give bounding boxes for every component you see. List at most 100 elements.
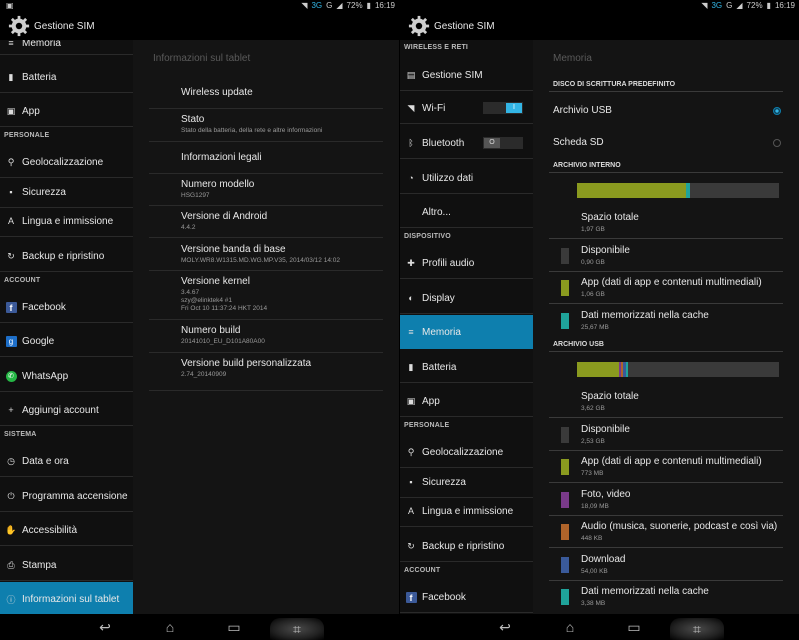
storage-option-archivio-usb[interactable]: Archivio USB bbox=[553, 105, 612, 116]
sidebar-item-lingua-e-immissione[interactable]: A Lingua e immissione bbox=[0, 206, 133, 236]
divider bbox=[400, 193, 533, 194]
settings-gear-icon[interactable] bbox=[408, 15, 430, 37]
battery-icon: ▮ bbox=[766, 1, 771, 10]
storage-row-disponibile[interactable]: Disponibile bbox=[581, 424, 630, 435]
sidebar-item-gestione-sim[interactable]: ▤ Gestione SIM bbox=[400, 60, 533, 90]
info-row-versione-banda-di-base[interactable]: Versione banda di base bbox=[181, 244, 286, 255]
sidebar-item-utilizzo-dati[interactable]: ◔ Utilizzo dati bbox=[400, 163, 533, 193]
home-button[interactable]: ⌂ bbox=[150, 618, 190, 636]
info-row-value: HSG1297 bbox=[181, 192, 210, 199]
sidebar-item-label: Programma accensione bbox=[22, 490, 128, 502]
back-button[interactable]: ↩ bbox=[485, 618, 525, 636]
app-title: Gestione SIM bbox=[434, 20, 495, 32]
storage-value: 3,38 MB bbox=[581, 600, 606, 607]
section-header: ARCHIVIO USB bbox=[553, 341, 604, 348]
sidebar-item-accessibilit[interactable]: ✋ Accessibilità bbox=[0, 515, 133, 545]
sidebar-item-data-e-ora[interactable]: ◷ Data e ora bbox=[0, 446, 133, 476]
recent-apps-button[interactable]: ▭ bbox=[214, 618, 254, 636]
info-row-informazioni-legali[interactable]: Informazioni legali bbox=[181, 152, 262, 163]
home-button[interactable]: ⌂ bbox=[550, 618, 590, 636]
sidebar-item-backup-e-ripristino[interactable]: ↻ Backup e ripristino bbox=[0, 241, 133, 271]
network-type: 3G bbox=[311, 1, 323, 10]
sidebar-item-google[interactable]: g Google bbox=[0, 326, 133, 356]
storage-usage-bar bbox=[577, 183, 779, 198]
section-header: ACCOUNT bbox=[404, 567, 441, 574]
bluetooth-toggle[interactable]: O bbox=[483, 137, 523, 149]
sidebar-item-profili-audio[interactable]: ✚ Profili audio bbox=[400, 248, 533, 278]
settings-gear-icon[interactable] bbox=[8, 15, 30, 37]
hand-icon: ✋ bbox=[5, 524, 17, 535]
storage-row-app[interactable]: App (dati di app e contenuti multimedial… bbox=[581, 277, 762, 288]
sidebar-item-sicurezza[interactable]: ▪ Sicurezza bbox=[400, 467, 533, 497]
sidebar-item-programma-accensione[interactable]: ⏻ Programma accensione bbox=[0, 481, 133, 511]
wi-fi-toggle[interactable]: I bbox=[483, 102, 523, 114]
display-icon: ◐ bbox=[408, 293, 414, 303]
sidebar-item-stampa[interactable]: ⎙ Stampa bbox=[0, 550, 133, 580]
divider bbox=[149, 270, 383, 271]
storage-panel: Memoria DISCO DI SCRITTURA PREDEFINITO Ar… bbox=[533, 40, 799, 614]
storage-row-download[interactable]: Download bbox=[581, 554, 625, 565]
sidebar-item-informazioni-sul-tablet[interactable]: ⓘ Informazioni sul tablet bbox=[0, 582, 133, 614]
sidebar-item-label: Profili audio bbox=[422, 257, 475, 269]
sidebar-item-label: Aggiungi account bbox=[22, 404, 99, 416]
storage-row-app[interactable]: App (dati di app e contenuti multimedial… bbox=[581, 456, 762, 467]
wifi-status-icon: ◥ bbox=[701, 1, 708, 10]
storage-option-scheda-sd[interactable]: Scheda SD bbox=[553, 137, 604, 148]
sidebar-item-label: App bbox=[22, 105, 40, 117]
storage-row-foto-[interactable]: Foto, video bbox=[581, 489, 630, 500]
info-row-stato[interactable]: Stato bbox=[181, 114, 204, 125]
sidebar-item-label: Backup e ripristino bbox=[22, 250, 105, 262]
divider bbox=[549, 91, 783, 92]
backup-icon: ↻ bbox=[7, 250, 15, 261]
keyboard-icon: A bbox=[407, 506, 414, 516]
sidebar-item-whatsapp[interactable]: ✆ WhatsApp bbox=[0, 361, 133, 391]
sidebar-item-bluetooth[interactable]: ᛒ Bluetooth O bbox=[400, 128, 533, 158]
storage-row-audio[interactable]: Audio (musica, suonerie, podcast e così … bbox=[581, 521, 777, 532]
section-header: PERSONALE bbox=[4, 132, 50, 139]
recent-apps-button[interactable]: ▭ bbox=[614, 618, 654, 636]
screenshot-button[interactable]: ⌗ bbox=[270, 618, 324, 640]
sidebar-item-geolocalizzazione[interactable]: ⚲ Geolocalizzazione bbox=[0, 147, 133, 177]
radio-button[interactable] bbox=[773, 107, 781, 115]
sidebar-item-label: App bbox=[422, 395, 440, 407]
sidebar-item-label: Stampa bbox=[22, 559, 57, 571]
sidebar-item-wi-fi[interactable]: ◥ Wi-Fi I bbox=[400, 93, 533, 123]
info-row-value: MOLY.WR8.W1315.MD.WG.MP.V35, 2014/03/12 … bbox=[181, 257, 340, 264]
sidebar-item-memoria[interactable]: ≡ Memoria bbox=[0, 40, 133, 54]
sidebar-item-facebook[interactable]: f Facebook bbox=[400, 582, 533, 612]
info-row-wireless-update[interactable]: Wireless update bbox=[181, 87, 253, 98]
sidebar-item-display[interactable]: ◐ Display bbox=[400, 283, 533, 313]
info-row-versione-di-android[interactable]: Versione di Android bbox=[181, 211, 267, 222]
sidebar-item-geolocalizzazione[interactable]: ⚲ Geolocalizzazione bbox=[400, 437, 533, 467]
info-row-numero-modello[interactable]: Numero modello bbox=[181, 179, 254, 190]
sidebar-item-label: Wi-Fi bbox=[422, 102, 446, 114]
sidebar-item-backup-e-ripristino[interactable]: ↻ Backup e ripristino bbox=[400, 531, 533, 561]
storage-row-dati[interactable]: Dati memorizzati nella cache bbox=[581, 586, 709, 597]
sidebar-item-app[interactable]: ▣ App bbox=[400, 386, 533, 416]
sidebar-item-aggiungi-account[interactable]: + Aggiungi account bbox=[0, 395, 133, 425]
radio-button[interactable] bbox=[773, 139, 781, 147]
storage-row-dati[interactable]: Dati memorizzati nella cache bbox=[581, 310, 709, 321]
sidebar-item-lingua-e-immissione[interactable]: A Lingua e immissione bbox=[400, 496, 533, 526]
info-row-versione-build-personalizzata[interactable]: Versione build personalizzata bbox=[181, 358, 311, 369]
divider bbox=[400, 561, 533, 562]
info-row-numero-build[interactable]: Numero build bbox=[181, 325, 240, 336]
back-button[interactable]: ↩ bbox=[85, 618, 125, 636]
sidebar-item-batteria[interactable]: ▮ Batteria bbox=[400, 352, 533, 382]
info-row-versione-kernel[interactable]: Versione kernel bbox=[181, 276, 250, 287]
storage-row-spazio[interactable]: Spazio totale bbox=[581, 212, 639, 223]
screenshot-button[interactable]: ⌗ bbox=[670, 618, 724, 640]
sidebar-item-label: WhatsApp bbox=[22, 370, 69, 382]
sidebar-item-sicurezza[interactable]: ▪ Sicurezza bbox=[0, 177, 133, 207]
sidebar-item-label: Facebook bbox=[22, 301, 66, 313]
sidebar-item-app[interactable]: ▣ App bbox=[0, 96, 133, 126]
sidebar-item-memoria[interactable]: ≡ Memoria bbox=[400, 315, 533, 349]
sidebar-item-altro[interactable]: Altro... bbox=[400, 197, 533, 227]
sidebar-item-facebook[interactable]: f Facebook bbox=[0, 292, 133, 322]
storage-row-spazio[interactable]: Spazio totale bbox=[581, 391, 639, 402]
storage-row-disponibile[interactable]: Disponibile bbox=[581, 245, 630, 256]
divider bbox=[400, 416, 533, 417]
color-swatch bbox=[561, 459, 569, 475]
divider bbox=[400, 278, 533, 279]
sidebar-item-batteria[interactable]: ▮ Batteria bbox=[0, 62, 133, 92]
